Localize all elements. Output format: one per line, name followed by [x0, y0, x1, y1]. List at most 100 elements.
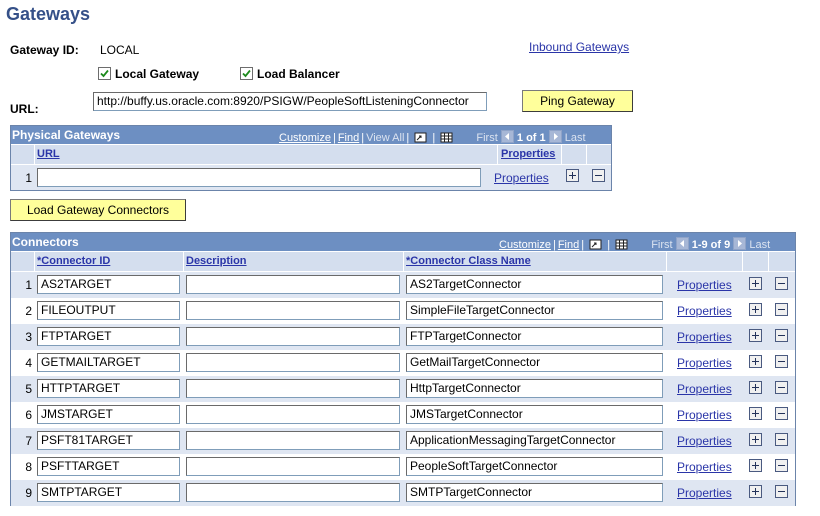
add-row-icon[interactable] — [749, 459, 762, 472]
local-gateway-label: Local Gateway — [115, 67, 200, 81]
add-row-icon[interactable] — [749, 407, 762, 420]
physical-column-headers: URL Properties — [11, 145, 611, 164]
connector-class-input[interactable]: PeopleSoftTargetConnector — [406, 457, 663, 476]
connector-class-input[interactable]: JMSTargetConnector — [406, 405, 663, 424]
delete-row-icon[interactable] — [775, 407, 788, 420]
properties-link[interactable]: Properties — [677, 434, 732, 448]
url-input[interactable]: http://buffy.us.oracle.com:8920/PSIGW/Pe… — [93, 92, 487, 111]
add-row-icon[interactable] — [749, 381, 762, 394]
download-grid-icon[interactable] — [615, 239, 628, 250]
download-grid-icon[interactable] — [440, 132, 453, 143]
url-column-header[interactable]: URL — [35, 145, 498, 164]
load-balancer-option[interactable]: Load Balancer — [240, 67, 340, 81]
properties-link[interactable]: Properties — [494, 171, 549, 185]
table-row: 1 AS2TARGET AS2TargetConnector Properties — [11, 272, 795, 298]
connector-class-input[interactable]: HttpTargetConnector — [406, 379, 663, 398]
properties-link[interactable]: Properties — [677, 460, 732, 474]
delete-row-icon[interactable] — [592, 169, 605, 182]
zoom-icon[interactable] — [589, 239, 602, 250]
connector-id-column-header[interactable]: *Connector ID — [35, 252, 184, 271]
delete-row-icon[interactable] — [775, 381, 788, 394]
connector-id-input[interactable]: GETMAILTARGET — [37, 353, 180, 372]
connector-id-input[interactable]: PSFT81TARGET — [37, 431, 180, 450]
description-input[interactable] — [186, 275, 400, 294]
page-title: Gateways — [6, 4, 91, 24]
description-input[interactable] — [186, 405, 400, 424]
delete-row-icon[interactable] — [775, 277, 788, 290]
physical-url-input[interactable] — [37, 168, 481, 187]
table-row: 8 PSFTTARGET PeopleSoftTargetConnector Prop… — [11, 454, 795, 480]
delete-row-icon[interactable] — [775, 329, 788, 342]
properties-link[interactable]: Properties — [677, 382, 732, 396]
description-input[interactable] — [186, 457, 400, 476]
description-input[interactable] — [186, 301, 400, 320]
table-row: 1 Properties — [11, 165, 611, 190]
add-row-icon[interactable] — [566, 169, 579, 182]
row-number: 6 — [25, 408, 32, 422]
description-input[interactable] — [186, 431, 400, 450]
properties-column-header[interactable]: Properties — [498, 145, 562, 164]
properties-link[interactable]: Properties — [677, 486, 732, 500]
local-gateway-checkbox[interactable] — [98, 67, 111, 80]
delete-row-icon[interactable] — [775, 485, 788, 498]
connector-class-column-header[interactable]: *Connector Class Name — [404, 252, 667, 271]
connector-class-input[interactable]: AS2TargetConnector — [406, 275, 663, 294]
description-input[interactable] — [186, 353, 400, 372]
row-number: 1 — [25, 171, 32, 185]
description-input[interactable] — [186, 379, 400, 398]
local-gateway-option[interactable]: Local Gateway — [98, 67, 199, 81]
delete-row-icon[interactable] — [775, 355, 788, 368]
connector-class-input[interactable]: SMTPTargetConnector — [406, 483, 663, 502]
view-all-link: View All — [366, 132, 405, 144]
row-number: 4 — [25, 356, 32, 370]
delete-row-icon[interactable] — [775, 433, 788, 446]
find-link[interactable]: Find — [558, 239, 579, 251]
add-row-icon[interactable] — [749, 329, 762, 342]
physical-gateways-header: Physical Gateways Customize | Find | View Al… — [11, 126, 611, 144]
description-input[interactable] — [186, 483, 400, 502]
properties-link[interactable]: Properties — [677, 278, 732, 292]
prev-arrow-icon — [500, 130, 514, 143]
connector-id-input[interactable]: FTPTARGET — [37, 327, 180, 346]
properties-link[interactable]: Properties — [677, 304, 732, 318]
gateway-id-value: LOCAL — [100, 43, 140, 57]
properties-link[interactable]: Properties — [677, 408, 732, 422]
ping-gateway-button[interactable]: Ping Gateway — [522, 90, 633, 112]
connector-class-input[interactable]: GetMailTargetConnector — [406, 353, 663, 372]
connector-id-input[interactable]: AS2TARGET — [37, 275, 180, 294]
connector-id-input[interactable]: FILEOUTPUT — [37, 301, 180, 320]
row-number: 2 — [25, 304, 32, 318]
add-row-icon[interactable] — [749, 485, 762, 498]
connector-class-input[interactable]: SimpleFileTargetConnector — [406, 301, 663, 320]
next-arrow-icon — [733, 237, 747, 250]
delete-row-icon[interactable] — [775, 303, 788, 316]
physical-gateways-grid: Physical Gateways Customize | Find | View Al… — [10, 125, 612, 191]
add-row-icon[interactable] — [749, 355, 762, 368]
last-label: Last — [564, 132, 586, 144]
connector-id-input[interactable]: SMTPTARGET — [37, 483, 180, 502]
table-row: 2 FILEOUTPUT SimpleFileTargetConnector Prop… — [11, 298, 795, 324]
load-balancer-checkbox[interactable] — [240, 67, 253, 80]
add-row-icon[interactable] — [749, 277, 762, 290]
description-column-header[interactable]: Description — [184, 252, 404, 271]
connector-class-input[interactable]: FTPTargetConnector — [406, 327, 663, 346]
connector-id-input[interactable]: HTTPTARGET — [37, 379, 180, 398]
first-label: First — [651, 239, 673, 251]
load-gateway-connectors-button[interactable]: Load Gateway Connectors — [10, 199, 186, 221]
find-link[interactable]: Find — [338, 132, 359, 144]
add-row-icon[interactable] — [749, 433, 762, 446]
zoom-icon[interactable] — [414, 132, 427, 143]
properties-link[interactable]: Properties — [677, 330, 732, 344]
row-number: 1 — [25, 278, 32, 292]
description-input[interactable] — [186, 327, 400, 346]
table-row: 7 PSFT81TARGET ApplicationMessagingTargetC… — [11, 428, 795, 454]
add-row-icon[interactable] — [749, 303, 762, 316]
connector-class-input[interactable]: ApplicationMessagingTargetConnector — [406, 431, 663, 450]
delete-row-icon[interactable] — [775, 459, 788, 472]
connector-id-input[interactable]: PSFTTARGET — [37, 457, 180, 476]
customize-link[interactable]: Customize — [499, 239, 551, 251]
inbound-gateways-link[interactable]: Inbound Gateways — [529, 40, 629, 54]
customize-link[interactable]: Customize — [279, 132, 331, 144]
properties-link[interactable]: Properties — [677, 356, 732, 370]
connector-id-input[interactable]: JMSTARGET — [37, 405, 180, 424]
